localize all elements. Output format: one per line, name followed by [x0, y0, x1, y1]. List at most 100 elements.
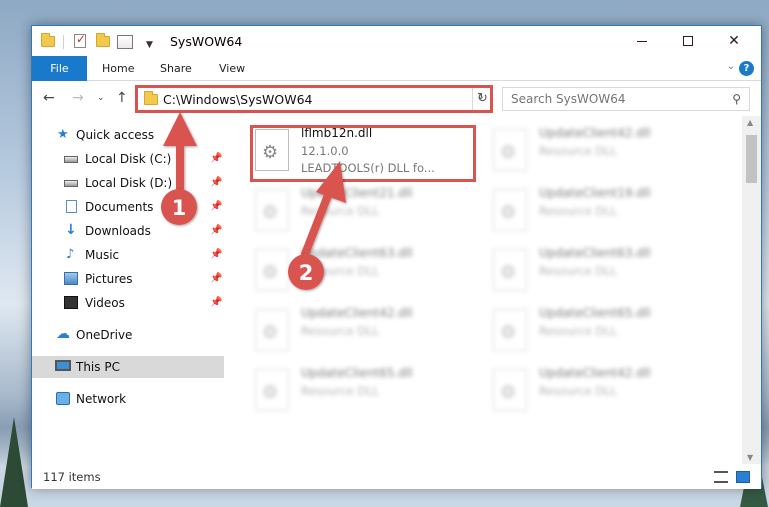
- sidebar-item-label: Downloads: [85, 224, 151, 238]
- properties-check-icon[interactable]: [74, 32, 86, 49]
- scrollbar-thumb[interactable]: [746, 135, 757, 183]
- sidebar-item-label: Pictures: [85, 272, 133, 286]
- window-title: SysWOW64: [170, 34, 243, 49]
- file-item[interactable]: ⚙ UpdateClient63.dll Resource DLL: [255, 246, 475, 302]
- file-item[interactable]: ⚙ UpdateClient21.dll Resource DLL: [255, 186, 475, 242]
- file-name: UpdateClient42.dll: [539, 366, 651, 380]
- forward-arrow-icon[interactable]: →: [72, 90, 84, 106]
- close-icon: ✕: [728, 33, 740, 49]
- navigation-row: ← → ⌄ ↑ C:\Windows\SysWOW64 ⌄ ↻ ⚲: [32, 82, 761, 116]
- sidebar-item-videos[interactable]: Videos 📌: [32, 292, 224, 314]
- file-description: Resource DLL: [539, 204, 618, 218]
- sidebar-item-this-pc[interactable]: This PC: [32, 356, 224, 378]
- file-name: UpdateClient63.dll: [539, 246, 651, 260]
- file-description: Resource DLL: [301, 324, 380, 338]
- dll-file-icon: ⚙: [493, 369, 527, 411]
- dll-file-icon: ⚙: [493, 309, 527, 351]
- pin-icon: 📌: [210, 273, 223, 284]
- background-tree: [0, 417, 28, 507]
- address-bar-highlight: [135, 85, 493, 113]
- file-item[interactable]: ⚙ UpdateClient19.dll Resource DLL: [493, 186, 713, 242]
- gear-icon: ⚙: [262, 382, 279, 403]
- close-button[interactable]: ✕: [711, 26, 757, 56]
- pin-icon: 📌: [210, 177, 223, 188]
- file-description: Resource DLL: [539, 324, 618, 338]
- help-icon[interactable]: ?: [739, 61, 754, 76]
- sidebar-item-downloads[interactable]: ↓ Downloads 📌: [32, 220, 224, 242]
- file-name: UpdateClient65.dll: [539, 306, 651, 320]
- tab-file[interactable]: File: [32, 56, 87, 81]
- search-box[interactable]: ⚲: [502, 87, 750, 111]
- dll-file-icon: ⚙: [493, 129, 527, 171]
- back-arrow-icon[interactable]: ←: [43, 90, 55, 106]
- pictures-icon: [64, 272, 78, 285]
- file-item[interactable]: ⚙ UpdateClient65.dll Resource DLL: [255, 366, 475, 422]
- sidebar-item-documents[interactable]: Documents 📌: [32, 196, 224, 218]
- file-name: UpdateClient65.dll: [301, 366, 413, 380]
- maximize-button[interactable]: [665, 26, 711, 56]
- file-item[interactable]: ⚙ UpdateClient42.dll Resource DLL: [255, 306, 475, 362]
- sidebar-item-music[interactable]: ♪ Music 📌: [32, 244, 224, 266]
- tab-share[interactable]: Share: [160, 56, 192, 81]
- dll-file-icon: ⚙: [493, 249, 527, 291]
- gear-icon: ⚙: [500, 202, 517, 223]
- pin-icon: 📌: [210, 201, 223, 212]
- sidebar-item-local-disk-d[interactable]: Local Disk (D:) 📌: [32, 172, 224, 194]
- separator: [63, 35, 64, 49]
- item-count: 117 items: [43, 470, 101, 484]
- dll-file-icon: ⚙: [255, 309, 289, 351]
- pin-icon: 📌: [210, 297, 223, 308]
- sidebar-item-label: Network: [76, 392, 127, 406]
- file-item[interactable]: ⚙ UpdateClient63.dll Resource DLL: [493, 246, 713, 302]
- sidebar-item-onedrive[interactable]: ☁ OneDrive: [32, 324, 224, 346]
- view-options-icon[interactable]: [117, 33, 133, 49]
- details-view-icon[interactable]: [714, 471, 728, 483]
- sidebar-item-label: Quick access: [76, 128, 155, 142]
- file-item[interactable]: ⚙ UpdateClient42.dll Resource DLL: [493, 366, 713, 422]
- navigation-pane: ★ Quick access Local Disk (C:) 📌 Local D…: [32, 116, 227, 464]
- computer-icon: [55, 360, 71, 371]
- pin-icon: 📌: [210, 225, 223, 236]
- network-icon: [56, 392, 70, 405]
- vertical-scrollbar[interactable]: ▲ ▼: [742, 116, 761, 464]
- file-description: Resource DLL: [301, 384, 380, 398]
- pin-icon: 📌: [210, 249, 223, 260]
- file-item[interactable]: ⚙ UpdateClient65.dll Resource DLL: [493, 306, 713, 362]
- sidebar-item-quick-access[interactable]: ★ Quick access: [32, 124, 224, 146]
- gear-icon: ⚙: [500, 322, 517, 343]
- large-icons-view-icon[interactable]: [736, 471, 750, 483]
- videos-icon: [64, 296, 78, 309]
- up-arrow-icon[interactable]: ↑: [116, 90, 128, 106]
- scroll-down-icon[interactable]: ▼: [747, 453, 753, 462]
- tab-home[interactable]: Home: [102, 56, 134, 81]
- sidebar-item-label: Local Disk (D:): [85, 176, 173, 190]
- recent-locations-chevron-icon[interactable]: ⌄: [97, 93, 105, 103]
- file-description: Resource DLL: [539, 384, 618, 398]
- search-icon[interactable]: ⚲: [732, 92, 741, 106]
- new-folder-icon[interactable]: [96, 33, 110, 49]
- gear-icon: ⚙: [262, 202, 279, 223]
- sidebar-item-network[interactable]: Network: [32, 388, 224, 410]
- cloud-icon: ☁: [56, 326, 70, 342]
- gear-icon: ⚙: [262, 322, 279, 343]
- drive-icon: [64, 156, 78, 163]
- file-name: UpdateClient63.dll: [301, 246, 413, 260]
- sidebar-item-pictures[interactable]: Pictures 📌: [32, 268, 224, 290]
- tab-view[interactable]: View: [219, 56, 245, 81]
- gear-icon: ⚙: [500, 142, 517, 163]
- search-input[interactable]: [503, 88, 713, 110]
- file-list: ⚙ lflmb12n.dll 12.1.0.0 LEADTOOLS(r) DLL…: [227, 116, 742, 464]
- expand-ribbon-chevron-icon[interactable]: ⌄: [727, 61, 735, 72]
- customize-toolbar-dropdown-icon[interactable]: ▼: [146, 33, 153, 50]
- downloads-icon: ↓: [65, 222, 77, 238]
- gear-icon: ⚙: [262, 262, 279, 283]
- dll-file-icon: ⚙: [255, 249, 289, 291]
- minimize-button[interactable]: [619, 26, 665, 56]
- drive-icon: [64, 180, 78, 187]
- file-description: Resource DLL: [539, 144, 618, 158]
- scroll-up-icon[interactable]: ▲: [747, 118, 753, 127]
- pin-icon: 📌: [210, 153, 223, 164]
- file-item[interactable]: ⚙ UpdateClient42.dll Resource DLL: [493, 126, 713, 182]
- sidebar-item-local-disk-c[interactable]: Local Disk (C:) 📌: [32, 148, 224, 170]
- sidebar-item-label: Local Disk (C:): [85, 152, 172, 166]
